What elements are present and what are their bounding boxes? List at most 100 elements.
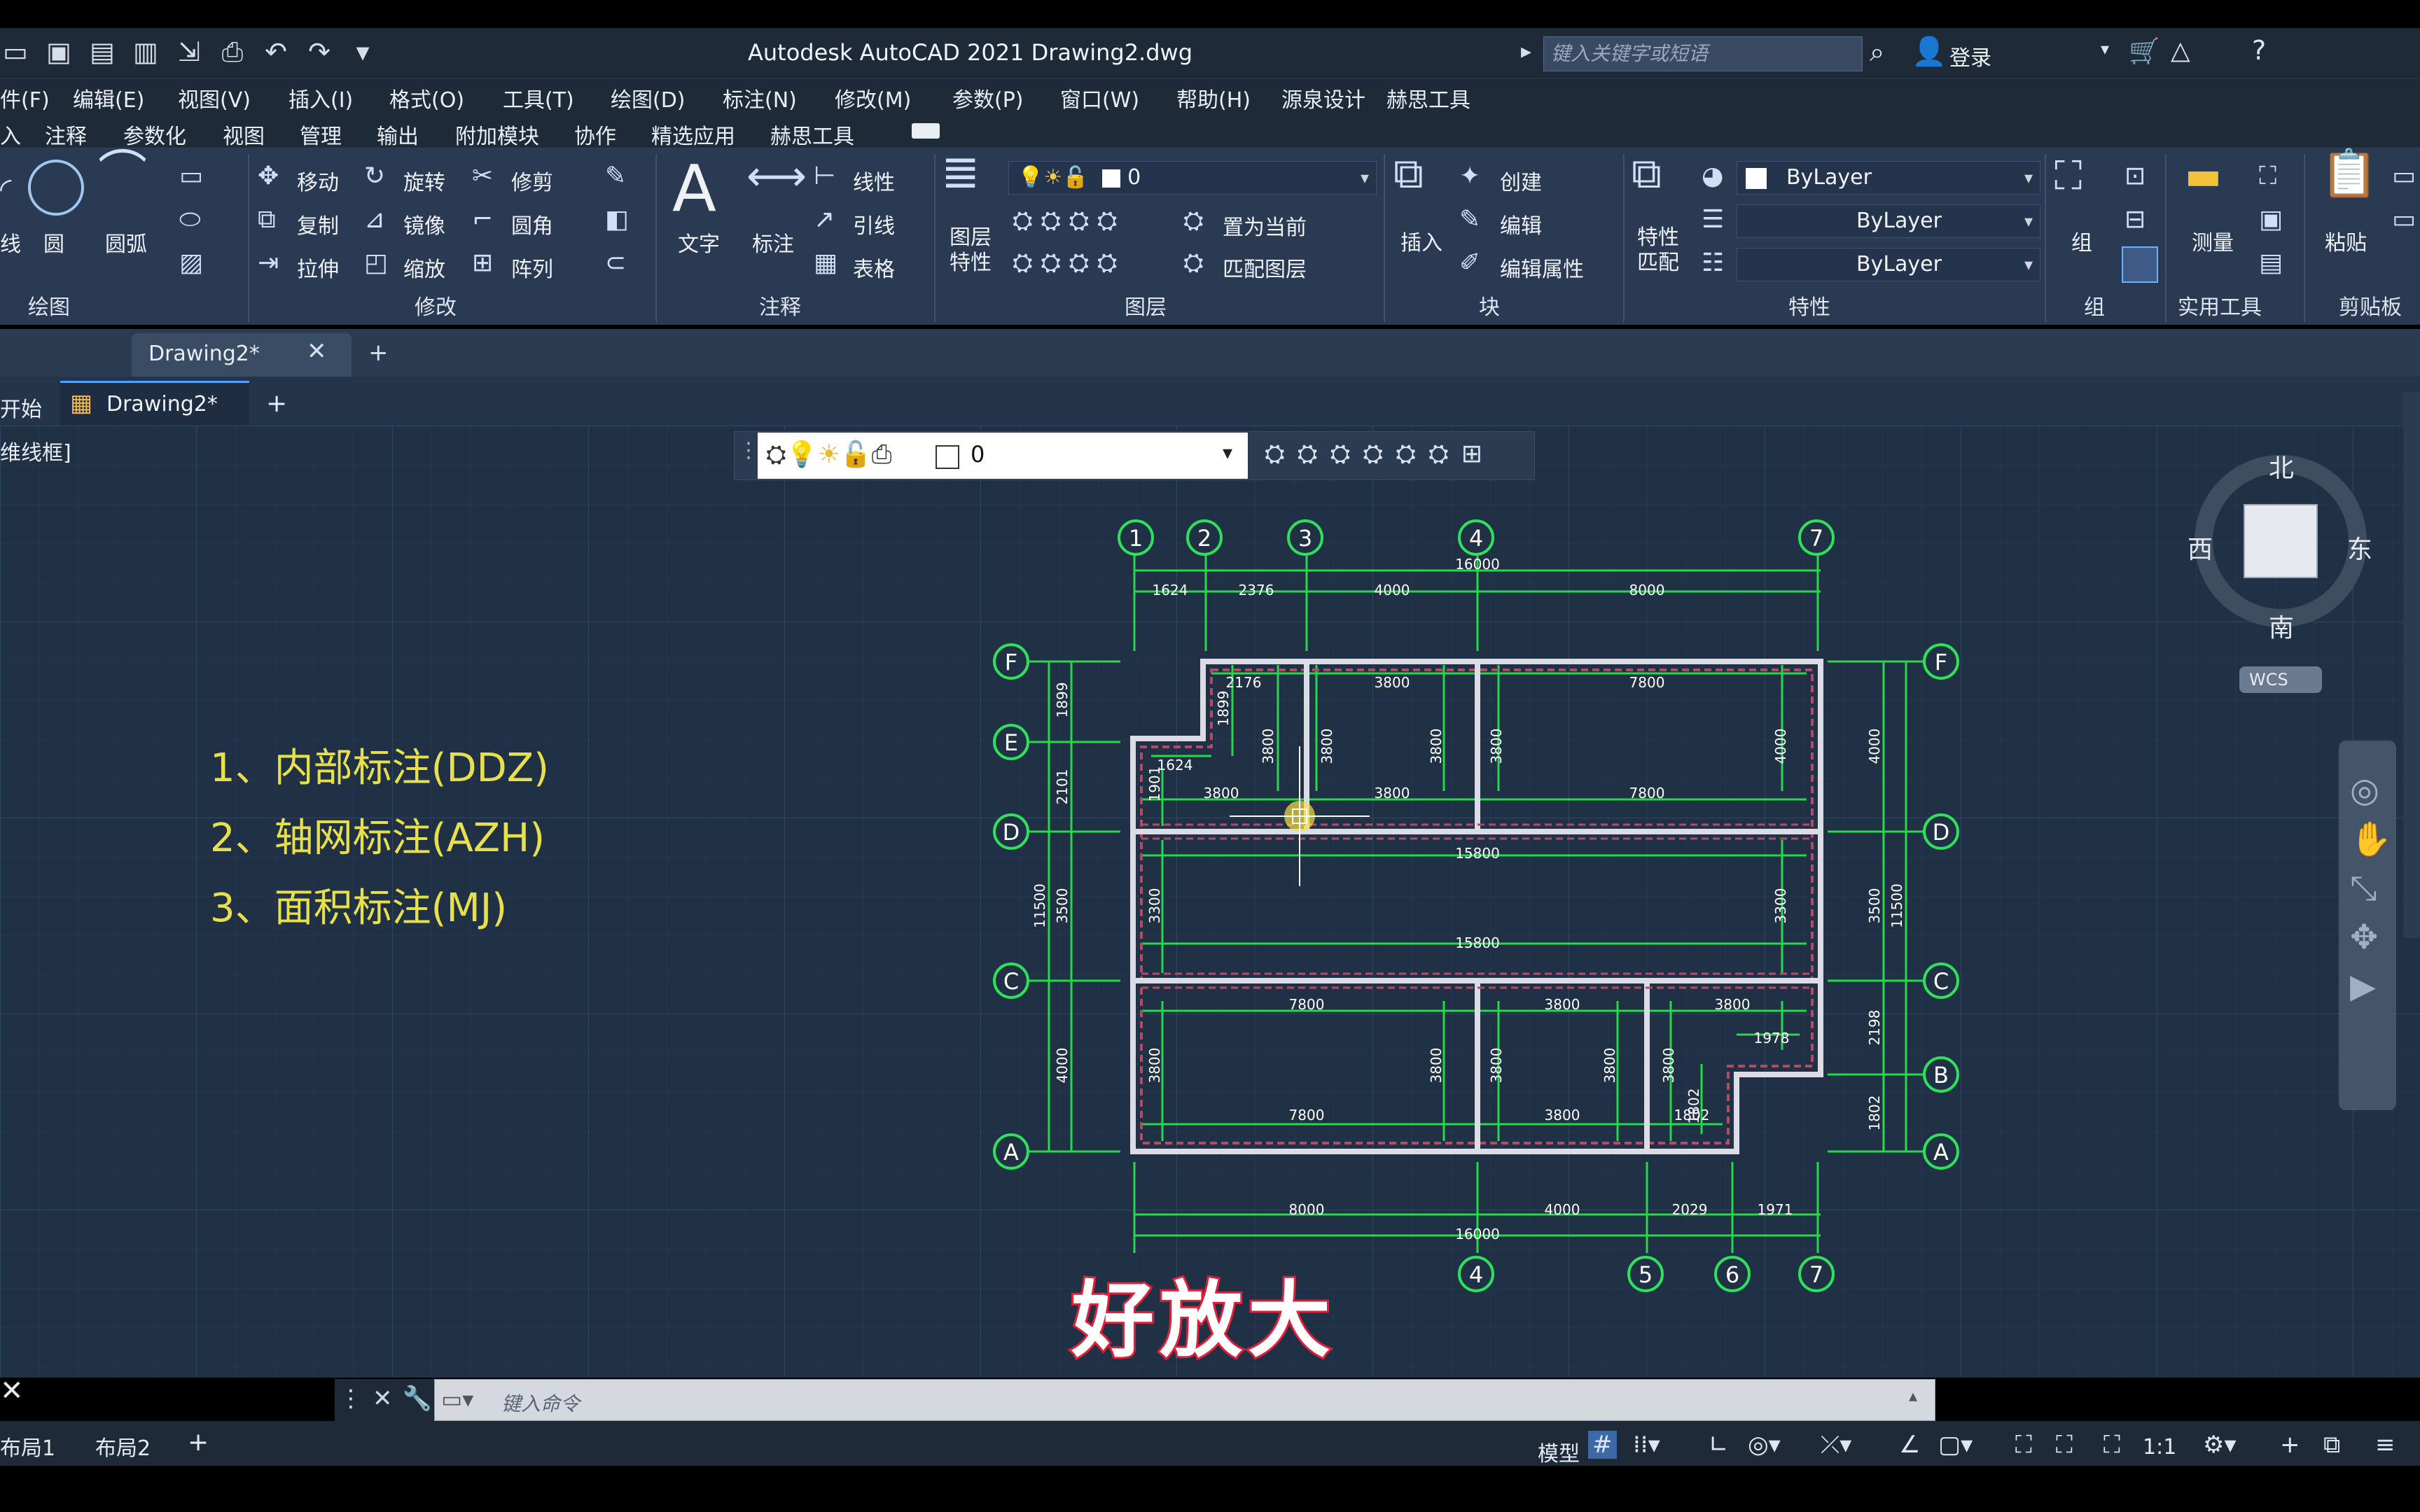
floating-layer-dropdown-icon[interactable]: ▾ [1223, 441, 1232, 464]
command-history-icon[interactable]: ▭▾ [441, 1386, 473, 1413]
publish-icon[interactable]: ▥ [130, 36, 161, 67]
rectangle-icon[interactable]: ▭ [179, 162, 203, 190]
add-layout-icon[interactable]: + [188, 1428, 209, 1457]
redo-icon[interactable]: ↷ [304, 36, 335, 67]
close-panel-icon[interactable]: ✕ [0, 1375, 24, 1407]
menu-tools[interactable]: 工具(T) [503, 83, 574, 113]
note-1[interactable]: 1、内部标注(DDZ) [210, 736, 549, 793]
layer-dropdown[interactable]: 💡☀🔓 0 ▾ [1008, 161, 1377, 195]
viewcube-east[interactable]: 东 [2347, 529, 2372, 566]
copy-icon[interactable]: ⧉ [258, 206, 276, 234]
menu-draw[interactable]: 绘图(D) [611, 83, 686, 113]
nav-tools-icons[interactable]: ◎ ✋ ⤡ ✥ ▶ [2350, 766, 2392, 1011]
array-button[interactable]: 阵列 [511, 252, 553, 283]
export-icon[interactable]: ⇲ [174, 36, 204, 67]
wcs-menu[interactable]: WCS [2239, 666, 2322, 693]
edit-attributes-button[interactable]: 编辑属性 [1500, 252, 1584, 283]
snap-mode-icon[interactable]: ⁞⁞▾ [1633, 1431, 1660, 1459]
fillet-icon[interactable]: ⌐ [472, 206, 493, 234]
print-icon[interactable]: ⎙ [217, 36, 248, 67]
create-block-button[interactable]: 创建 [1500, 165, 1542, 196]
login-dropdown-icon[interactable]: ▾ [2101, 39, 2109, 59]
layer-tool-icons-float[interactable]: ⛭⛭⛭⛭⛭⛭⊞ [1265, 440, 1495, 469]
calculator-icon[interactable]: ▤ [2259, 249, 2283, 277]
rotate-icon[interactable]: ↻ [364, 162, 385, 190]
expand-arrow-icon[interactable]: ▸ [1521, 39, 1531, 64]
leader-button[interactable]: 引线 [853, 209, 895, 239]
lineweight-icon[interactable]: ☰ [1702, 206, 1724, 234]
insert-label[interactable]: 插入 [1400, 225, 1442, 256]
linear-dim-icon[interactable]: ⊢ [814, 162, 835, 190]
match-layer-button[interactable]: 匹配图层 [1223, 252, 1307, 283]
auto-scale-icon[interactable]: ⛶ [2056, 1431, 2073, 1459]
menu-view[interactable]: 视图(V) [178, 83, 251, 113]
trim-icon[interactable]: ✂ [472, 162, 493, 190]
menu-modify[interactable]: 修改(M) [835, 83, 911, 113]
color-dropdown[interactable]: ByLayer ▾ [1737, 161, 2040, 195]
menu-insert[interactable]: 插入(I) [288, 83, 353, 113]
table-button[interactable]: 表格 [853, 252, 895, 283]
explode-icon[interactable]: ◧ [605, 206, 629, 234]
layer-properties-icon[interactable]: ≣ [941, 149, 980, 195]
stretch-button[interactable]: 拉伸 [297, 252, 339, 283]
tab-featured-apps[interactable]: 精选应用 [651, 119, 735, 150]
linear-button[interactable]: 线性 [853, 165, 895, 196]
viewport-controls[interactable]: 维线框] [0, 435, 71, 466]
scale-icon[interactable]: ◰ [364, 249, 388, 277]
set-current-icon[interactable]: ⛭ [1183, 207, 1204, 235]
tab-view[interactable]: 视图 [223, 119, 265, 150]
layout-tab-2[interactable]: 布局2 [95, 1431, 151, 1462]
note-2[interactable]: 2、轴网标注(AZH) [210, 806, 545, 863]
cart-icon[interactable]: 🛒 [2129, 36, 2160, 66]
properties-group-label[interactable]: 特性 [1788, 290, 1830, 321]
object-snap-tracking-icon[interactable]: ∠ [1899, 1431, 1920, 1459]
ungroup-icon[interactable]: ⊡ [2125, 162, 2146, 190]
match-layer-icon[interactable]: ⛭ [1183, 249, 1204, 277]
new-tab-icon[interactable]: + [368, 339, 389, 367]
search-icon[interactable]: ⌕ [1870, 36, 1884, 68]
open-icon[interactable]: ▭ [0, 36, 31, 67]
layer-tool-icons-2[interactable]: ⛭ ⛭ ⛭ ⛭ [1013, 249, 1118, 277]
erase-icon[interactable]: ✎ [605, 162, 626, 190]
undo-icon[interactable]: ↶ [260, 36, 291, 67]
paste-icon[interactable]: 📋 [2321, 150, 2378, 197]
polar-tracking-icon[interactable]: ◎▾ [1748, 1431, 1781, 1459]
layout-tab-1[interactable]: 布局1 [0, 1431, 55, 1462]
offset-icon[interactable]: ⊂ [605, 249, 626, 277]
layer-tool-icons[interactable]: ⛭ ⛭ ⛭ ⛭ [1013, 207, 1118, 235]
tab-annotate[interactable]: 注释 [45, 119, 87, 150]
menu-dimension[interactable]: 标注(N) [723, 83, 797, 113]
tab-manage[interactable]: 管理 [300, 119, 342, 150]
viewcube-south[interactable]: 南 [2269, 608, 2294, 644]
toolbar-grip-icon[interactable]: ⋮ [738, 438, 759, 463]
tab-insert[interactable]: 入 [0, 119, 21, 150]
login-link[interactable]: 登录 [1949, 41, 1991, 71]
units-icon[interactable]: ⧉ [2323, 1431, 2340, 1459]
close-tab-icon[interactable]: ✕ [307, 337, 327, 365]
menu-yuanquan[interactable]: 源泉设计 [1281, 83, 1365, 113]
annotation-group-label[interactable]: 注释 [759, 290, 801, 321]
color-wheel-icon[interactable]: ◕ [1702, 162, 1723, 190]
array-icon[interactable]: ⊞ [472, 249, 493, 277]
measure-label[interactable]: 测量 [2192, 225, 2234, 256]
model-space-button[interactable]: 模型 [1538, 1436, 1580, 1467]
group-label[interactable]: 组 [2071, 225, 2092, 256]
insert-block-icon[interactable]: ⧉ [1393, 153, 1424, 195]
ellipse-icon[interactable]: ⬭ [179, 206, 201, 234]
tab-collaborate[interactable]: 协作 [574, 119, 616, 150]
linetype-dropdown[interactable]: ByLayer ▾ [1737, 204, 2040, 238]
viewcube-west[interactable]: 西 [2188, 529, 2213, 566]
match-properties-icon[interactable]: ⧉ [1632, 153, 1662, 195]
save-as-icon[interactable]: ▤ [87, 36, 118, 67]
rotate-button[interactable]: 旋转 [403, 165, 445, 196]
menu-edit[interactable]: 编辑(E) [73, 83, 144, 113]
block-group-label[interactable]: 块 [1479, 290, 1500, 321]
command-tool-icons[interactable]: ⋮✕🔧 [339, 1385, 442, 1413]
inner-walls[interactable] [1133, 662, 1821, 1152]
annotation-monitor-icon[interactable]: + [2280, 1431, 2300, 1459]
mirror-button[interactable]: 镜像 [403, 209, 445, 239]
object-snap-icon[interactable]: ▢▾ [1938, 1431, 1973, 1459]
copy-clip-icon[interactable]: ▭ [2392, 206, 2416, 234]
workspace-gear-icon[interactable]: ⚙▾ [2203, 1431, 2237, 1459]
text-icon[interactable]: A [672, 154, 716, 224]
